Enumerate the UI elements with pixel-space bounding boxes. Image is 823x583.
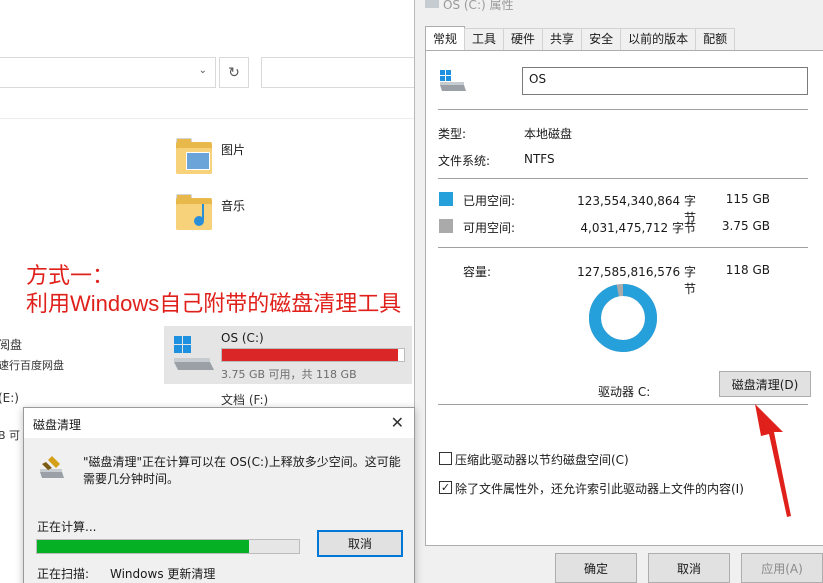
used-space-label: 已用空间: (463, 194, 516, 208)
progress-fill (37, 540, 250, 553)
scanning-label: 正在扫描: (37, 567, 90, 581)
drive-icon (425, 0, 439, 8)
search-input[interactable] (261, 57, 421, 88)
capacity-size: 118 GB (725, 263, 770, 277)
drive-letter-label: 驱动器 C: (598, 385, 651, 399)
apply-button[interactable]: 应用(A) (741, 553, 823, 583)
free-space-label: 可用空间: (463, 221, 516, 235)
cancel-button[interactable]: 取消 (648, 553, 730, 583)
usage-donut-chart (589, 284, 657, 352)
ok-button[interactable]: 确定 (555, 553, 637, 583)
used-space-swatch (439, 192, 453, 206)
drive-c-tile[interactable]: OS (C:) 3.75 GB 可用，共 118 GB (164, 326, 412, 384)
filesystem-label: 文件系统: (438, 154, 491, 168)
close-icon[interactable]: ✕ (391, 413, 404, 432)
tab-general[interactable]: 常规 (425, 26, 466, 50)
folder-label-music[interactable]: 音乐 (221, 197, 245, 214)
divider (438, 109, 808, 110)
drive-name-field[interactable]: OS (522, 67, 808, 95)
disk-cleanup-icon (40, 456, 64, 478)
pictures-folder-icon[interactable] (174, 136, 216, 178)
drive-e-label-partial[interactable]: (E:) (0, 391, 19, 405)
capacity-label: 容量: (463, 265, 492, 279)
annotation-line2: 利用Windows自己附带的磁盘清理工具 (26, 291, 402, 316)
tab-security[interactable]: 安全 (581, 28, 622, 50)
compress-checkbox[interactable] (439, 452, 452, 465)
calculating-label: 正在计算... (37, 520, 97, 534)
refresh-icon: ↻ (228, 64, 240, 81)
free-space-swatch (439, 219, 453, 233)
compress-label[interactable]: 压缩此驱动器以节约磁盘空间(C) (455, 451, 629, 468)
drive-icon (174, 336, 214, 370)
divider (438, 178, 808, 179)
dialog-title: 磁盘清理 (33, 418, 82, 432)
dialog-title: OS (C:) 属性 (443, 0, 514, 12)
tab-tools[interactable]: 工具 (464, 28, 505, 50)
scanning-value: Windows 更新清理 (110, 567, 216, 581)
dialog-titlebar: 磁盘清理 ✕ (24, 408, 414, 438)
index-label[interactable]: 除了文件属性外，还允许索引此驱动器上文件的内容(I) (455, 480, 744, 497)
used-space-arc (589, 284, 657, 352)
disk-cleanup-button[interactable]: 磁盘清理(D) (719, 371, 811, 397)
tab-sharing[interactable]: 共享 (542, 28, 583, 50)
tab-bar: 常规 工具 硬件 共享 安全 以前的版本 配额 (425, 26, 736, 50)
tab-previous-versions[interactable]: 以前的版本 (620, 28, 697, 50)
divider (0, 118, 414, 119)
drive-f-name[interactable]: 文档 (F:) (221, 391, 268, 408)
address-bar[interactable]: ⌄ (0, 57, 216, 88)
free-space-size: 3.75 GB (721, 219, 770, 233)
divider (438, 247, 808, 248)
cleanup-message: "磁盘清理"正在计算可以在 OS(C:)上释放多少空间。这可能需要几分钟时间。 (83, 455, 401, 486)
progress-bar (36, 539, 300, 554)
index-checkbox[interactable]: ✓ (439, 481, 452, 494)
tab-hardware[interactable]: 硬件 (503, 28, 544, 50)
annotation-line1: 方式一： (26, 263, 115, 288)
filesystem-value: NTFS (524, 152, 555, 166)
chevron-down-icon[interactable]: ⌄ (199, 65, 207, 76)
drive-e-sublabel-partial: B 可 (0, 429, 21, 442)
drive-label-partial[interactable]: 阅盘 (0, 336, 22, 353)
drive-c-name: OS (C:) (221, 331, 264, 345)
drive-usage-fill (222, 349, 399, 361)
type-label: 类型: (438, 127, 467, 141)
drive-free-text: 3.75 GB 可用，共 118 GB (221, 368, 357, 381)
drive-sublabel-partial: 速行百度网盘 (0, 359, 64, 372)
red-arrow-annotation (755, 404, 791, 517)
disk-cleanup-dialog: 磁盘清理 ✕ "磁盘清理"正在计算可以在 OS(C:)上释放多少空间。这可能需要… (23, 407, 415, 583)
tab-quota[interactable]: 配额 (695, 28, 736, 50)
drive-usage-bar (221, 348, 405, 362)
free-space-bytes: 4,031,475,712 字节 (580, 221, 696, 235)
cancel-button[interactable]: 取消 (317, 530, 403, 557)
folder-label-pictures[interactable]: 图片 (221, 141, 245, 158)
used-space-size: 115 GB (725, 192, 770, 206)
drive-icon (440, 70, 466, 91)
music-folder-icon[interactable] (174, 192, 216, 234)
refresh-button[interactable]: ↻ (219, 57, 249, 88)
type-value: 本地磁盘 (524, 127, 573, 141)
